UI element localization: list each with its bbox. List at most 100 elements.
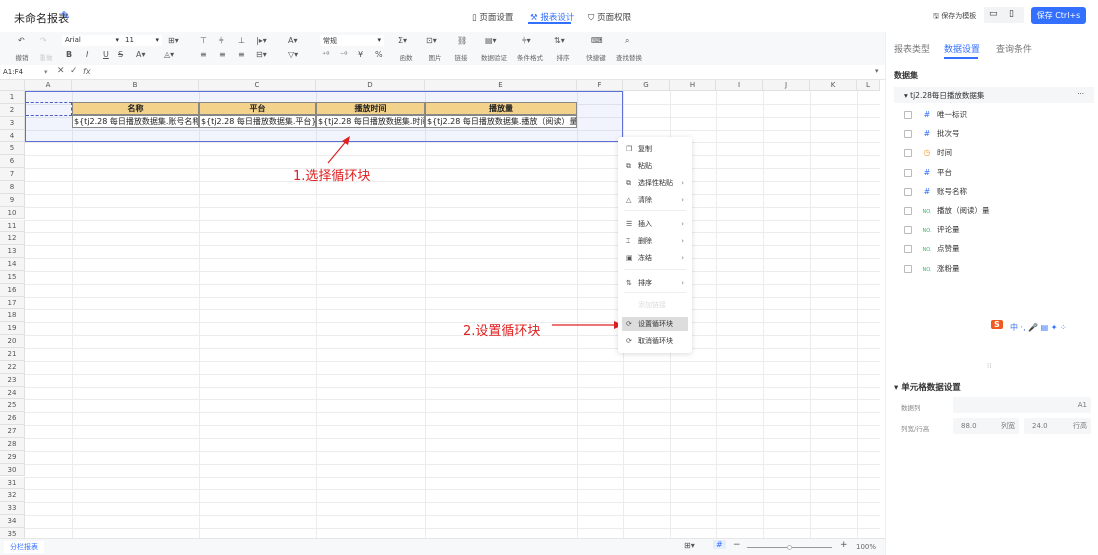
resize-handle-icon[interactable]: ⁞⁞: [987, 362, 991, 370]
conditional-format-icon[interactable]: ⫩▾: [522, 36, 531, 46]
zoom-slider-handle[interactable]: [787, 545, 792, 550]
zoom-slider[interactable]: [747, 545, 832, 550]
field-item[interactable]: # 批次号: [904, 127, 960, 141]
row-header[interactable]: 3: [0, 116, 25, 130]
font-color-icon[interactable]: A▾: [136, 50, 146, 59]
align-top-icon[interactable]: ⊤: [200, 36, 207, 45]
row-header[interactable]: 9: [0, 193, 25, 207]
field-item[interactable]: NO. 点赞量: [904, 242, 960, 256]
select-all-corner[interactable]: [0, 80, 25, 91]
column-header[interactable]: E: [425, 80, 577, 91]
column-width-input[interactable]: 88.0 列宽: [953, 418, 1019, 434]
sheet-tab[interactable]: 分栏报表: [4, 541, 44, 553]
tab-data-settings[interactable]: 数据设置: [944, 42, 980, 55]
tab-page-settings[interactable]: ▯ 页面设置: [472, 11, 513, 23]
data-column-input[interactable]: A1: [953, 397, 1091, 413]
align-center-icon[interactable]: ≡: [219, 50, 226, 59]
row-header[interactable]: 30: [0, 463, 25, 477]
field-checkbox[interactable]: [904, 207, 912, 215]
shortcut-icon[interactable]: ⌨: [591, 36, 603, 45]
row-header[interactable]: 6: [0, 155, 25, 169]
row-header[interactable]: 25: [0, 399, 25, 413]
bold-icon[interactable]: B: [66, 50, 72, 59]
data-cell-platform[interactable]: ${tj2.28 每日播放数据集.平台}: [199, 115, 316, 128]
field-checkbox[interactable]: [904, 168, 912, 177]
edit-title-icon[interactable]: ✎: [61, 9, 70, 22]
header-cell-play-time[interactable]: 播放时间: [316, 102, 425, 115]
column-header[interactable]: H: [670, 80, 716, 91]
row-header[interactable]: 31: [0, 476, 25, 490]
header-cell-play-count[interactable]: 播放量: [425, 102, 577, 115]
image-icon[interactable]: ⊡▾: [426, 36, 437, 45]
field-item[interactable]: # 唯一标识: [904, 108, 967, 122]
align-bottom-icon[interactable]: ⊥: [238, 36, 245, 45]
align-right-icon[interactable]: ≡: [238, 50, 245, 59]
row-header[interactable]: 20: [0, 335, 25, 348]
row-header[interactable]: 15: [0, 270, 25, 284]
field-item[interactable]: NO. 涨粉量: [904, 262, 960, 276]
align-left-icon[interactable]: ≡: [200, 50, 207, 59]
view-mode-icon[interactable]: ⊞▾: [684, 541, 695, 550]
context-menu-item[interactable]: ⟳ 设置循环块: [622, 317, 688, 331]
row-header[interactable]: 8: [0, 180, 25, 194]
row-header[interactable]: 35: [0, 527, 25, 538]
undo-icon[interactable]: ↶: [18, 36, 25, 45]
field-checkbox[interactable]: [904, 111, 912, 119]
row-header[interactable]: 5: [0, 142, 25, 156]
cell-reference[interactable]: A1:F4: [3, 68, 23, 76]
desktop-icon[interactable]: ▭: [989, 9, 998, 19]
header-cell-platform[interactable]: 平台: [199, 102, 316, 115]
field-item[interactable]: # 平台: [904, 166, 952, 180]
context-menu-item[interactable]: ▣ 冻结 ›: [622, 251, 688, 265]
tab-report-type[interactable]: 报表类型: [894, 42, 930, 55]
row-header[interactable]: 27: [0, 425, 25, 438]
field-item[interactable]: NO. 评论量: [904, 223, 960, 237]
font-select[interactable]: Arial ▾: [62, 35, 122, 46]
field-checkbox[interactable]: [904, 149, 912, 158]
align-middle-icon[interactable]: ⫩: [219, 36, 224, 46]
mobile-icon[interactable]: ▯: [1009, 9, 1014, 19]
spreadsheet-grid[interactable]: 35 34 33 32 31 30 29 28 27 26 25 24 23 22 21 20 19 18 17 16…: [0, 80, 880, 538]
row-header[interactable]: 11: [0, 219, 25, 233]
row-header[interactable]: 17: [0, 296, 25, 310]
search-icon[interactable]: ⌕: [625, 36, 629, 46]
function-icon[interactable]: Σ▾: [398, 36, 407, 45]
context-menu-item[interactable]: ⌶ 删除 ›: [622, 234, 688, 248]
column-header[interactable]: G: [623, 80, 670, 91]
context-menu-item[interactable]: 添加链接: [622, 298, 688, 312]
data-cell-play-count[interactable]: ${tj2.28 每日播放数据集.播放（阅读）量}: [425, 115, 577, 128]
context-menu-item[interactable]: ⧉ 粘贴: [622, 159, 688, 173]
field-checkbox[interactable]: [904, 226, 912, 235]
field-checkbox[interactable]: [904, 187, 912, 196]
row-height-input[interactable]: 24.0 行高: [1024, 418, 1091, 434]
fill-color-icon[interactable]: ◬▾: [164, 50, 174, 59]
border-icon[interactable]: ⊞▾: [168, 36, 179, 45]
column-header[interactable]: B: [72, 80, 199, 91]
row-header[interactable]: 2: [0, 103, 25, 117]
row-header[interactable]: 4: [0, 129, 25, 143]
confirm-icon[interactable]: ✓: [70, 66, 78, 76]
field-item[interactable]: NO. 播放（阅读）量: [904, 204, 990, 218]
row-header[interactable]: 26: [0, 412, 25, 426]
row-header[interactable]: 7: [0, 168, 25, 181]
column-header[interactable]: F: [577, 80, 623, 91]
font-size-select[interactable]: 11 ▾: [122, 35, 162, 46]
text-wrap-icon[interactable]: |▸▾: [256, 36, 267, 45]
data-cell-account[interactable]: ${tj2.28 每日播放数据集.账号名称}: [72, 115, 199, 128]
number-format-select[interactable]: 常规 ▾: [320, 35, 384, 46]
tab-page-permissions[interactable]: ⛉ 页面权限: [588, 11, 631, 23]
field-checkbox[interactable]: [904, 245, 912, 254]
filter-icon[interactable]: ▽▾: [288, 50, 298, 59]
decimal-decrease-icon[interactable]: ⁻⁰: [340, 50, 347, 59]
expand-formula-icon[interactable]: ▾: [875, 67, 879, 75]
sort-icon[interactable]: ⇅▾: [554, 36, 565, 45]
save-button[interactable]: 保存 Ctrl+s: [1031, 7, 1086, 24]
column-header[interactable]: L: [857, 80, 880, 91]
row-header[interactable]: 33: [0, 502, 25, 516]
row-header[interactable]: 12: [0, 232, 25, 246]
link-icon[interactable]: ⛓: [457, 36, 467, 45]
row-header[interactable]: 18: [0, 309, 25, 323]
underline-icon[interactable]: U: [103, 50, 109, 59]
more-icon[interactable]: ···: [1077, 90, 1084, 98]
column-header[interactable]: K: [810, 80, 857, 91]
